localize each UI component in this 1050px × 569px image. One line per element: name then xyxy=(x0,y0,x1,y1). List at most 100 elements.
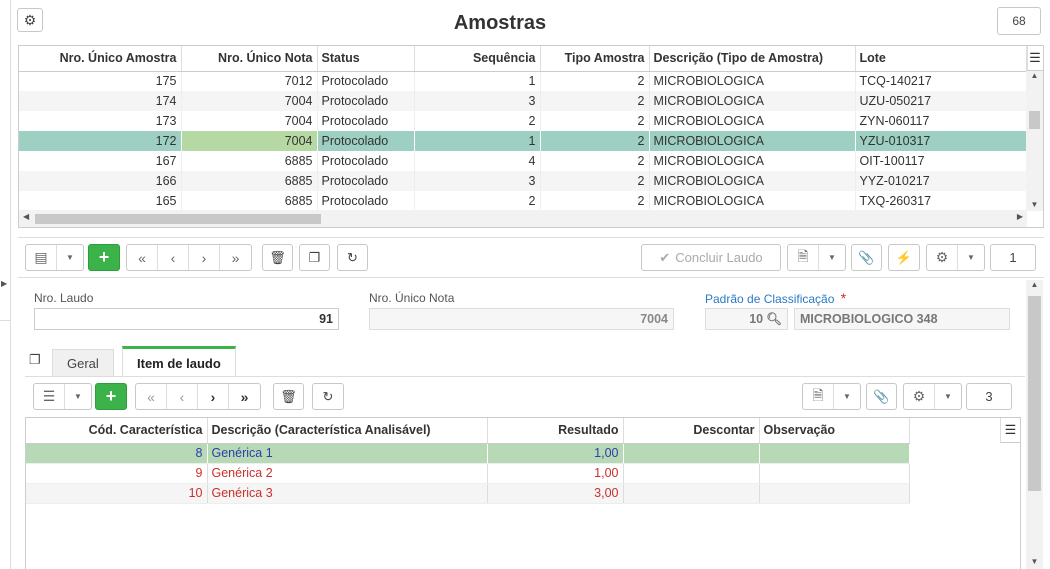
settings-button[interactable]: ⚙ xyxy=(17,8,43,32)
cell-resultado[interactable]: 1,00 xyxy=(487,443,624,464)
column-header-nro-nota[interactable]: Nro. Único Nota xyxy=(181,46,318,72)
gear-icon: ⚙ xyxy=(927,245,958,270)
chevron-down-icon: ▼ xyxy=(66,253,74,262)
sub-column-menu-icon[interactable]: ☰ xyxy=(1000,418,1020,443)
actions-button[interactable]: ⚡ xyxy=(888,244,920,271)
sub-delete-button[interactable]: 🗑 xyxy=(273,383,304,410)
collapse-arrow-icon[interactable]: ▶ xyxy=(1,279,7,288)
first-record-icon[interactable]: « xyxy=(136,384,167,409)
itens-laudo-grid: Cód. Característica Descrição (Caracterís… xyxy=(25,417,1021,569)
cell-nro-amostra: 166 xyxy=(19,171,182,191)
padrao-code-field[interactable]: 10 🔍︎ xyxy=(705,308,788,330)
settings-dropdown[interactable]: ⚙ ▼ xyxy=(926,244,985,271)
column-header-descricao-caracteristica[interactable]: Descrição (Característica Analisável) xyxy=(207,418,488,444)
refresh-button[interactable]: ↻ xyxy=(337,244,368,271)
sub-export-dropdown[interactable]: 🗎 ▼ xyxy=(802,383,861,410)
column-header-descontar[interactable]: Descontar xyxy=(623,418,760,444)
table-row[interactable]: 165 6885 Protocolado 2 2 MICROBIOLOGICA TXQ-26… xyxy=(19,191,1028,211)
refresh-icon: ↻ xyxy=(347,249,358,265)
cell-resultado[interactable]: 1,00 xyxy=(487,463,624,484)
cell-descontar xyxy=(623,443,760,464)
scroll-up-icon[interactable]: ▲ xyxy=(1026,280,1043,294)
export-file-icon: 🗎 xyxy=(803,384,834,409)
delete-button[interactable]: 🗑 xyxy=(262,244,293,271)
table-row[interactable]: 174 7004 Protocolado 3 2 MICROBIOLOGICA UZU-05… xyxy=(19,91,1028,111)
scroll-thumb[interactable] xyxy=(1028,296,1041,491)
tab-item-de-laudo[interactable]: Item de laudo xyxy=(122,346,236,377)
scroll-down-icon[interactable]: ▼ xyxy=(1026,557,1043,566)
chevron-down-icon: ▼ xyxy=(74,392,82,401)
plus-icon: + xyxy=(105,386,117,406)
table-row[interactable]: 8 Genérica 1 1,00 xyxy=(26,443,910,464)
vertical-scrollbar[interactable]: ▲ ▼ xyxy=(1026,71,1043,211)
scroll-down-icon[interactable]: ▼ xyxy=(1026,200,1043,209)
cell-cod-caracteristica: 10 xyxy=(26,483,208,504)
table-row[interactable]: 9 Genérica 2 1,00 xyxy=(26,463,910,484)
table-row[interactable]: 166 6885 Protocolado 3 2 MICROBIOLOGICA YYZ-01… xyxy=(19,171,1028,191)
column-menu-icon[interactable]: ☰ xyxy=(1026,46,1043,71)
last-record-icon[interactable]: » xyxy=(220,245,251,270)
next-record-icon[interactable]: › xyxy=(198,384,229,409)
column-header-descricao[interactable]: Descrição (Tipo de Amostra) xyxy=(649,46,856,72)
sub-record-navigation[interactable]: « ‹ › » xyxy=(135,383,261,410)
sub-add-button[interactable]: + xyxy=(95,383,127,410)
scroll-up-icon[interactable]: ▲ xyxy=(1026,71,1043,87)
scroll-right-icon[interactable]: ▶ xyxy=(1017,212,1023,221)
gear-icon: ⚙ xyxy=(904,384,935,409)
page-indicator[interactable]: 1 xyxy=(990,244,1036,271)
previous-record-icon[interactable]: ‹ xyxy=(167,384,198,409)
table-row[interactable]: 167 6885 Protocolado 4 2 MICROBIOLOGICA OIT-10… xyxy=(19,151,1028,171)
cell-sequencia: 4 xyxy=(414,151,541,171)
first-record-icon[interactable]: « xyxy=(127,245,158,270)
last-record-icon[interactable]: » xyxy=(229,384,260,409)
next-record-icon[interactable]: › xyxy=(189,245,220,270)
duplicate-button[interactable]: ❐ xyxy=(299,244,330,271)
h-scroll-thumb[interactable] xyxy=(35,214,321,224)
record-navigation[interactable]: « ‹ › » xyxy=(126,244,252,271)
column-header-nro-amostra[interactable]: Nro. Único Amostra xyxy=(19,46,182,72)
sub-settings-dropdown[interactable]: ⚙ ▼ xyxy=(903,383,962,410)
sub-refresh-button[interactable]: ↻ xyxy=(312,383,344,410)
concluir-laudo-button[interactable]: ✔ Concluir Laudo xyxy=(641,244,781,271)
cell-nro-nota: 6885 xyxy=(181,191,318,211)
export-dropdown[interactable]: 🗎 ▼ xyxy=(787,244,846,271)
scroll-left-icon[interactable]: ◀ xyxy=(23,212,29,221)
sub-attachment-button[interactable]: 📎 xyxy=(866,383,897,410)
column-header-tipo-amostra[interactable]: Tipo Amostra xyxy=(540,46,650,72)
sub-record-count: 3 xyxy=(966,383,1012,410)
tab-geral[interactable]: Geral xyxy=(52,349,114,377)
search-icon[interactable]: 🔍︎ xyxy=(766,312,782,327)
column-header-lote[interactable]: Lote xyxy=(855,46,1028,72)
cell-observacao xyxy=(759,463,910,484)
table-row[interactable]: 172 7004 Protocolado 1 2 MICROBIOLOGICA YZU-01… xyxy=(19,131,1028,151)
horizontal-scrollbar[interactable]: ◀ ▶ xyxy=(19,210,1027,227)
add-button[interactable]: + xyxy=(88,244,120,271)
scroll-thumb[interactable] xyxy=(1029,111,1040,129)
column-header-resultado[interactable]: Resultado xyxy=(487,418,624,444)
column-header-cod-caracteristica[interactable]: Cód. Característica xyxy=(26,418,208,444)
column-header-observacao[interactable]: Observação xyxy=(759,418,910,444)
padrao-desc-field: MICROBIOLOGICO 348 xyxy=(794,308,1010,330)
cell-cod-caracteristica: 9 xyxy=(26,463,208,484)
view-mode-dropdown[interactable]: ▤ ▼ xyxy=(25,244,84,271)
table-row[interactable]: 173 7004 Protocolado 2 2 MICROBIOLOGICA ZYN-06… xyxy=(19,111,1028,131)
cell-descricao: MICROBIOLOGICA xyxy=(649,111,856,131)
cell-nro-nota: 7004 xyxy=(181,111,318,131)
lightning-icon: ⚡ xyxy=(895,249,913,265)
cell-lote: TXQ-260317 xyxy=(855,191,1028,211)
nro-laudo-field[interactable]: 91 xyxy=(34,308,339,330)
column-header-sequencia[interactable]: Sequência xyxy=(414,46,541,72)
table-row[interactable]: 175 7012 Protocolado 1 2 MICROBIOLOGICA TCQ-14… xyxy=(19,71,1028,91)
plus-icon: + xyxy=(98,247,110,267)
previous-record-icon[interactable]: ‹ xyxy=(158,245,189,270)
sub-view-mode-dropdown[interactable]: ☰ ▼ xyxy=(33,383,92,410)
table-row[interactable]: 10 Genérica 3 3,00 xyxy=(26,483,910,504)
column-header-status[interactable]: Status xyxy=(317,46,415,72)
cell-resultado[interactable]: 3,00 xyxy=(487,483,624,504)
copy-tabs-icon[interactable]: ❐ xyxy=(29,352,41,368)
cell-descricao: MICROBIOLOGICA xyxy=(649,131,856,151)
attachment-button[interactable]: 📎 xyxy=(851,244,882,271)
cell-cod-caracteristica: 8 xyxy=(26,443,208,464)
form-vertical-scrollbar[interactable]: ▲ ▼ xyxy=(1026,280,1043,569)
cell-descontar xyxy=(623,463,760,484)
